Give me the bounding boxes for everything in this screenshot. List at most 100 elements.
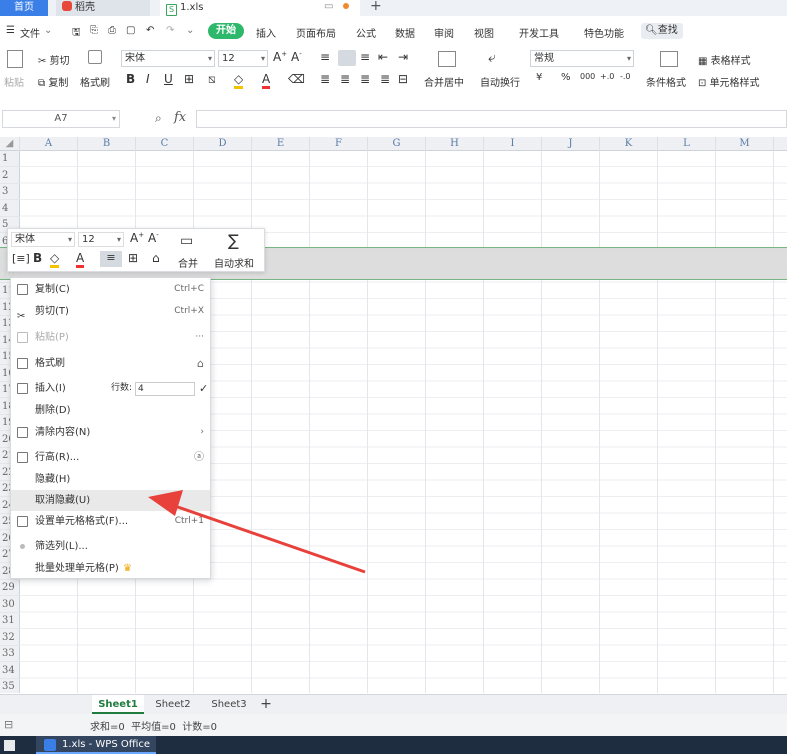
column-header[interactable]: C xyxy=(136,137,194,151)
merge-center-icon[interactable] xyxy=(438,51,456,67)
conditional-format-icon[interactable] xyxy=(660,51,678,67)
copy-button[interactable]: ⧉ 复制 xyxy=(38,74,68,89)
indent-decrease-icon[interactable]: ⇤ xyxy=(378,50,388,64)
column-header[interactable]: F xyxy=(310,137,368,151)
font-size-select[interactable]: 12 ▾ xyxy=(218,50,268,67)
percent-button[interactable]: % xyxy=(561,72,571,83)
menu-view[interactable]: 视图 xyxy=(474,25,494,40)
ctx-delete[interactable]: 删除(D) xyxy=(11,400,210,421)
search-button[interactable]: 🔍︎查找 xyxy=(641,23,683,39)
column-header[interactable]: A xyxy=(20,137,78,151)
ctx-cut[interactable]: ✂ 剪切(T) Ctrl+X xyxy=(11,301,210,322)
column-header[interactable]: M xyxy=(716,137,774,151)
new-tab-button[interactable]: + xyxy=(370,0,382,14)
align-top-icon[interactable]: ≡ xyxy=(320,50,330,64)
column-header[interactable]: E xyxy=(252,137,310,151)
customize-icon[interactable]: ⌄ xyxy=(186,25,194,36)
decrease-decimal-icon[interactable]: -.0 xyxy=(620,72,631,81)
checkmark-icon[interactable]: ✓ xyxy=(199,378,208,399)
row-header[interactable]: 33 xyxy=(0,646,20,662)
menu-start[interactable]: 开始 xyxy=(208,23,244,39)
monitor-icon[interactable]: ▭ xyxy=(324,1,333,12)
column-header[interactable]: B xyxy=(78,137,136,151)
ctx-paste[interactable]: 粘贴(P) ··· xyxy=(11,327,210,348)
distribute-icon[interactable]: ⊟ xyxy=(398,72,408,86)
fx-button[interactable]: fx xyxy=(174,110,186,125)
preview-icon[interactable]: ▢ xyxy=(126,25,135,36)
chevron-down-icon[interactable]: ⌄ xyxy=(44,25,52,36)
ctx-hide[interactable]: 隐藏(H) xyxy=(11,469,210,490)
mini-border-icon[interactable]: ⊞ xyxy=(128,251,138,265)
column-header[interactable]: K xyxy=(600,137,658,151)
align-bottom-icon[interactable]: ≡ xyxy=(360,50,370,64)
ctx-format-cells[interactable]: 设置单元格格式(F)... Ctrl+1 xyxy=(11,511,210,532)
mini-bold-button[interactable]: B xyxy=(33,251,42,265)
row-header[interactable]: 29 xyxy=(0,580,20,596)
indent-increase-icon[interactable]: ⇥ xyxy=(398,50,408,64)
font-color-icon[interactable]: A xyxy=(262,72,271,89)
align-left-icon[interactable]: ≣ xyxy=(320,72,330,86)
table-style-button[interactable]: ▦ 表格样式 xyxy=(698,52,751,67)
fill-color-icon[interactable]: ◇ xyxy=(234,72,244,89)
column-header[interactable]: J xyxy=(542,137,600,151)
menu-developer[interactable]: 开发工具 xyxy=(519,25,559,40)
sheet-tab-2[interactable]: Sheet2 xyxy=(148,695,198,714)
column-header[interactable]: L xyxy=(658,137,716,151)
ctx-insert[interactable]: 插入(I) 行数: 4 ✓ xyxy=(11,378,210,399)
column-header[interactable]: I xyxy=(484,137,542,151)
mini-autosum-label[interactable]: 自动求和 xyxy=(214,255,254,270)
menu-features[interactable]: 特色功能 xyxy=(584,25,624,40)
font-name-select[interactable]: 宋体 ▾ xyxy=(121,50,215,67)
paste-label[interactable]: 粘贴 xyxy=(4,74,24,89)
print-icon[interactable]: ⎙ xyxy=(108,25,116,36)
zoom-icon[interactable]: ⌕ xyxy=(155,111,162,126)
italic-button[interactable]: I xyxy=(146,72,150,86)
wrap-text-label[interactable]: 自动换行 xyxy=(480,74,520,89)
paste-icon[interactable] xyxy=(7,50,23,68)
row-header[interactable]: 35 xyxy=(0,679,20,693)
sigma-icon[interactable]: ∑ xyxy=(228,231,239,250)
name-box[interactable]: A7 ▾ xyxy=(2,110,120,128)
row-header[interactable]: 4 xyxy=(0,201,20,217)
row-header[interactable]: 3 xyxy=(0,184,20,200)
menu-formula[interactable]: 公式 xyxy=(356,25,376,40)
align-right-icon[interactable]: ≣ xyxy=(360,72,370,86)
currency-button[interactable]: ¥ xyxy=(536,72,542,83)
windows-start-icon[interactable] xyxy=(4,740,15,751)
ctx-unhide[interactable]: 取消隐藏(U) xyxy=(11,490,210,511)
sheet-tab-1[interactable]: Sheet1 xyxy=(92,695,144,714)
row-header[interactable]: 30 xyxy=(0,597,20,613)
align-center-icon[interactable]: ≣ xyxy=(340,72,350,86)
mini-format-painter-icon[interactable]: ⌂ xyxy=(152,251,160,265)
menu-insert[interactable]: 插入 xyxy=(256,25,276,40)
row-header[interactable]: 31 xyxy=(0,613,20,629)
mini-font-grow-button[interactable]: A+ xyxy=(130,231,144,245)
thousands-button[interactable]: 000 xyxy=(580,72,595,81)
underline-button[interactable]: U xyxy=(164,72,173,86)
select-all-corner[interactable]: ◢ xyxy=(0,137,20,151)
menu-review[interactable]: 审阅 xyxy=(434,25,454,40)
macro-icon[interactable]: ⊟ xyxy=(4,718,13,731)
row-header[interactable]: 1 xyxy=(0,151,20,167)
ctx-filter-column[interactable]: 筛选列(L)... xyxy=(11,536,210,557)
font-grow-button[interactable]: A+ xyxy=(273,50,287,64)
ctx-format-painter[interactable]: 格式刷 ⌂ xyxy=(11,353,210,374)
mini-fill-color-icon[interactable]: ◇ xyxy=(50,251,60,268)
lock-brush-icon[interactable]: ⌂ xyxy=(197,353,204,374)
merge-center-label[interactable]: 合并居中 xyxy=(424,74,464,89)
cell-style-button[interactable]: ⊡ 单元格样式 xyxy=(698,74,760,89)
ctx-row-height[interactable]: 行高(R)... ⓐ xyxy=(11,447,210,468)
column-header[interactable]: D xyxy=(194,137,252,151)
save-icon[interactable]: 🖫 xyxy=(72,25,81,42)
mini-font-color-icon[interactable]: A xyxy=(76,251,85,268)
column-header[interactable]: G xyxy=(368,137,426,151)
wrap-text-icon[interactable]: ⤶ xyxy=(488,50,496,66)
font-shrink-button[interactable]: A- xyxy=(291,50,302,64)
menu-file[interactable]: 文件 xyxy=(20,25,40,40)
mini-merge-icon[interactable]: ▭ xyxy=(180,233,193,249)
redo-icon[interactable]: ↷ xyxy=(166,25,174,36)
menu-page-layout[interactable]: 页面布局 xyxy=(296,25,336,40)
format-painter-label[interactable]: 格式刷 xyxy=(80,74,110,89)
mini-font-name-select[interactable]: 宋体 ▾ xyxy=(11,232,75,247)
justify-icon[interactable]: ≣ xyxy=(380,72,390,86)
